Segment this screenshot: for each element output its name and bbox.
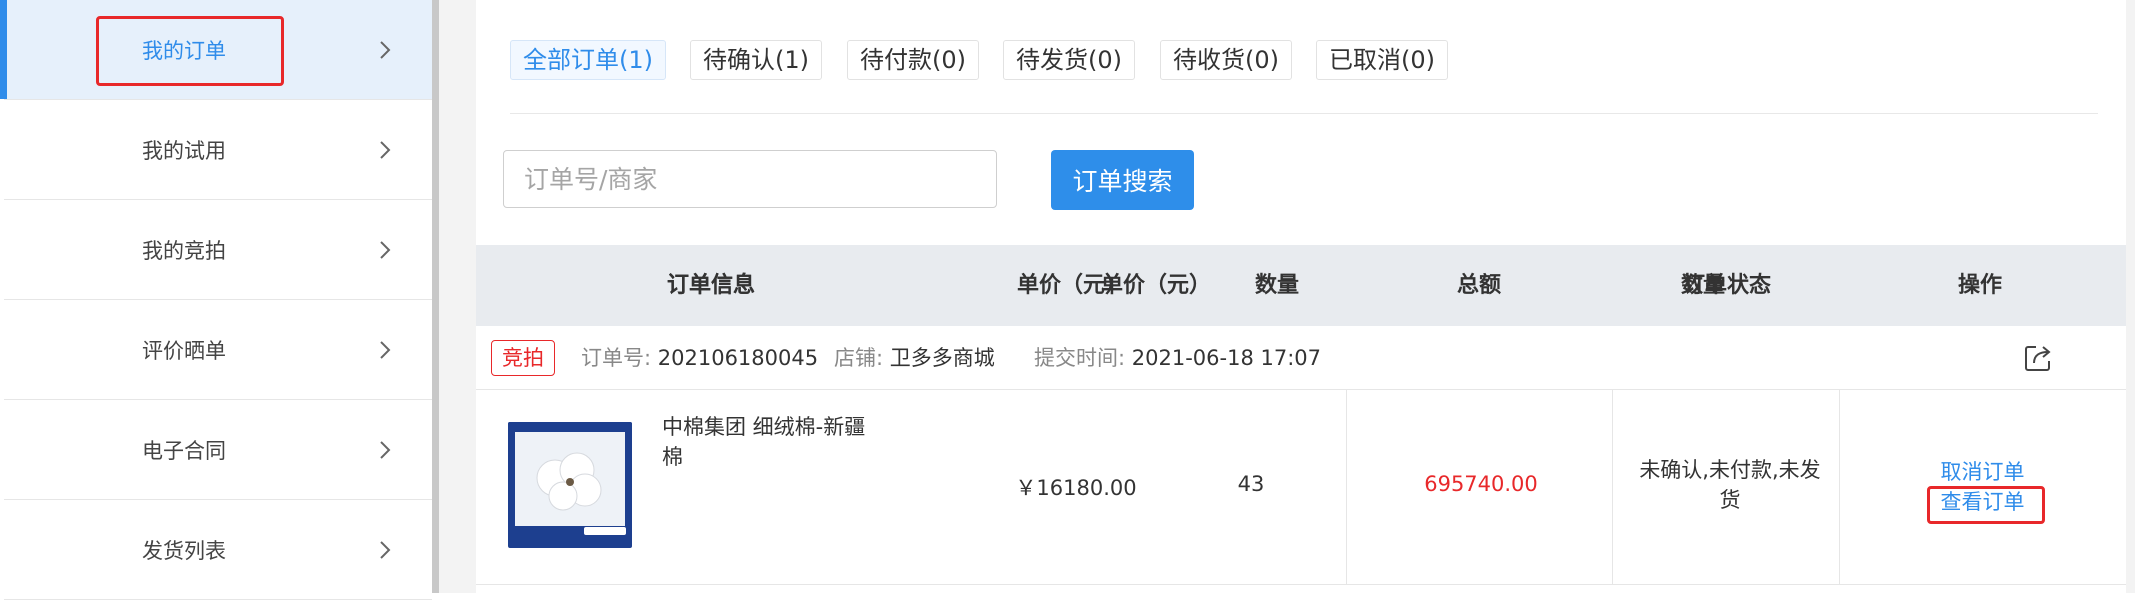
sidebar-item-label: 电子合同 [142,438,226,463]
chevron-right-icon [380,441,391,459]
column-divider [1612,390,1613,585]
chevron-right-icon [380,141,391,159]
column-header-total: 总额 [1456,273,1501,298]
sidebar-item-my-trials[interactable]: 我的试用 [4,100,432,200]
product-name[interactable]: 中棉集团 细绒棉-新疆棉 [662,412,872,472]
tabs-divider [510,113,2098,114]
order-number-value: 202106180045 [657,346,819,370]
order-submit-time-label: 提交时间: [1034,346,1126,370]
chevron-right-icon [380,241,391,259]
tab-pending-receipt[interactable]: 待收货(0) [1160,40,1292,80]
column-divider [1346,390,1347,585]
tab-all-orders[interactable]: 全部订单(1) [510,40,666,80]
order-shop-label: 店铺: [834,346,884,370]
order-total: 695740.00 [1424,472,1538,496]
table-row: 中棉集团 细绒棉-新疆棉 ￥16180.00 43 695740.00 未确认,… [476,390,2126,585]
sidebar-item-label: 发货列表 [142,538,226,563]
chevron-right-icon [380,41,391,59]
sidebar-item-shipping-list[interactable]: 发货列表 [4,500,432,600]
tab-pending-shipment[interactable]: 待发货(0) [1003,40,1135,80]
order-number-label: 订单号: [581,346,652,370]
sidebar-divider [432,0,439,593]
sidebar-item-label: 我的试用 [142,138,226,163]
quantity: 43 [1237,472,1265,496]
product-thumbnail[interactable] [508,422,632,548]
tab-pending-payment[interactable]: 待付款(0) [847,40,979,80]
view-order-link[interactable]: 查看订单 [1839,486,2126,516]
column-header-quantity: 数量 [1254,273,1299,298]
order-search-button[interactable]: 订单搜索 [1051,150,1194,210]
order-shop-value: 卫多多商城 [889,346,995,370]
order-meta-bar: 竞拍 订单号: 202106180045 店铺: 卫多多商城 提交时间: 202… [476,326,2126,390]
column-header-order-status: 订单状态 [1682,273,1771,298]
column-header-actions: 操作 [1957,273,2002,298]
cotton-image [515,432,625,526]
sidebar-item-my-orders[interactable]: 我的订单 [0,0,432,100]
order-actions: 取消订单 查看订单 [1839,456,2126,516]
auction-tag-badge: 竞拍 [491,340,555,376]
sidebar-item-label: 我的订单 [142,38,226,63]
share-icon[interactable] [2022,342,2054,374]
sidebar-item-label: 我的竞拍 [142,238,226,263]
order-submit-time: 提交时间: 2021-06-18 17:07 [1034,326,1321,390]
sidebar-item-label: 评价晒单 [142,338,226,363]
order-shop: 店铺: 卫多多商城 [834,326,995,390]
sidebar-item-e-contracts[interactable]: 电子合同 [4,400,432,500]
chevron-right-icon [380,341,391,359]
sidebar: 我的订单 我的试用 我的竞拍 评价晒单 电子合同 发货列表 [0,0,432,600]
order-number: 订单号: 202106180045 [581,326,818,390]
column-header-order-info: 订单信息 [666,273,755,298]
column-header-unit-price: 单价（元） [1016,273,1127,298]
product-thumbnail-image [515,432,625,526]
tab-cancelled[interactable]: 已取消(0) [1316,40,1448,80]
unit-price: ￥16180.00 [1015,476,1137,500]
sidebar-item-reviews[interactable]: 评价晒单 [4,300,432,400]
chevron-right-icon [380,541,391,559]
cancel-order-link[interactable]: 取消订单 [1839,456,2126,486]
order-submit-time-value: 2021-06-18 17:07 [1131,346,1322,370]
order-status: 未确认,未付款,未发货 [1639,458,1821,512]
order-search-input[interactable] [503,150,997,208]
sidebar-item-my-auctions[interactable]: 我的竞拍 [4,200,432,300]
tab-pending-confirm[interactable]: 待确认(1) [690,40,822,80]
